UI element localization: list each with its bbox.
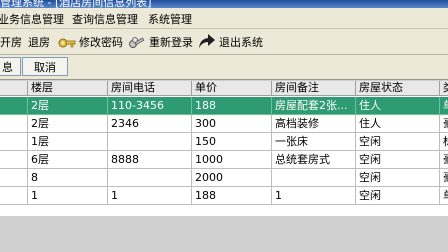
table-row[interactable]: 2层 2346 300 高档装修 住人 豪: [0, 115, 448, 133]
phone-cell: 8888: [108, 151, 192, 169]
relogin-button[interactable]: 重新登录: [128, 32, 193, 52]
price-cell: 1000: [192, 151, 272, 169]
status-cell: 空闲: [356, 169, 440, 187]
phone-cell: 2346: [108, 115, 192, 133]
column-header-room-status[interactable]: 房屋状态: [356, 81, 440, 96]
menu-business-info[interactable]: 业务信息管理: [0, 11, 64, 27]
relogin-label: 重新登录: [149, 36, 193, 49]
price-cell: 300: [192, 115, 272, 133]
column-header-room-note[interactable]: 房间备注: [272, 81, 356, 96]
menu-bar: 业务信息管理 查询信息管理 系统管理: [0, 8, 448, 29]
table-row[interactable]: 2层 110-3456 188 房屋配套2张... 住人 单: [0, 97, 448, 115]
price-cell: 2000: [192, 169, 272, 187]
type-cell: 单: [440, 97, 448, 115]
open-room-label: 开房: [0, 36, 22, 49]
cancel-button[interactable]: 取消: [22, 57, 68, 76]
type-cell: 豪: [440, 151, 448, 169]
row-indicator: [0, 169, 28, 187]
type-cell: 单: [440, 187, 448, 205]
check-out-button[interactable]: 退房: [28, 32, 50, 52]
phone-cell: 110-3456: [108, 97, 192, 115]
note-cell: 高档装修: [272, 115, 356, 133]
column-header-type[interactable]: 类: [440, 81, 448, 96]
floor-cell: 1层: [28, 133, 108, 151]
row-indicator: [0, 151, 28, 169]
empty-area: [0, 216, 448, 252]
exit-arrow-icon: [199, 34, 215, 48]
menu-query-info[interactable]: 查询信息管理: [72, 11, 138, 27]
cancel-button-label: 取消: [34, 60, 56, 74]
note-cell: 1: [272, 187, 356, 205]
key-icon: [58, 38, 76, 48]
toolbar: 开房 退房 修改密码 重新登录 退出系统: [0, 29, 448, 55]
window-title: 管理系统 - [酒店房间信息列表]: [0, 0, 152, 8]
table-row[interactable]: 8 2000 空闲 豪: [0, 169, 448, 187]
info-button-label: 息: [2, 60, 13, 74]
note-cell: 总统套房式: [272, 151, 356, 169]
row-indicator: [0, 115, 28, 133]
open-room-button[interactable]: 开房: [0, 32, 22, 52]
price-cell: 188: [192, 97, 272, 115]
phone-cell: [108, 169, 192, 187]
column-header-price[interactable]: 单价: [192, 81, 272, 96]
type-cell: 标: [440, 133, 448, 151]
exit-system-label: 退出系统: [219, 36, 263, 49]
keys-icon: [129, 37, 145, 48]
note-cell: 一张床: [272, 133, 356, 151]
price-cell: 188: [192, 187, 272, 205]
column-header-room-phone[interactable]: 房间电话: [108, 81, 192, 96]
floor-cell: 8: [28, 169, 108, 187]
phone-cell: 1: [108, 187, 192, 205]
note-cell: 房屋配套2张...: [272, 97, 356, 115]
type-cell: 豪: [440, 115, 448, 133]
phone-cell: [108, 133, 192, 151]
floor-cell: 1: [28, 187, 108, 205]
floor-cell: 2层: [28, 115, 108, 133]
change-password-label: 修改密码: [79, 36, 123, 49]
row-indicator: [0, 187, 28, 205]
column-header-floor[interactable]: 楼层: [28, 81, 108, 96]
type-cell: 豪: [440, 169, 448, 187]
menu-system[interactable]: 系统管理: [148, 11, 192, 27]
row-indicator: [0, 97, 28, 115]
table-row[interactable]: 6层 8888 1000 总统套房式 空闲 豪: [0, 151, 448, 169]
status-cell: 空闲: [356, 187, 440, 205]
status-cell: 住人: [356, 115, 440, 133]
change-password-button[interactable]: 修改密码: [58, 32, 123, 52]
header-row-indicator: [0, 81, 28, 96]
table-row[interactable]: 1 1 188 1 空闲 单: [0, 187, 448, 205]
room-table[interactable]: 楼层 房间电话 单价 房间备注 房屋状态 类 2层 110-3456 188 房…: [0, 81, 448, 216]
floor-cell: 2层: [28, 97, 108, 115]
window-title-bar: 管理系统 - [酒店房间信息列表]: [0, 0, 448, 8]
price-cell: 150: [192, 133, 272, 151]
action-bar: 息 取消: [0, 55, 448, 80]
row-indicator: [0, 133, 28, 151]
table-row[interactable]: 1层 150 一张床 空闲 标: [0, 133, 448, 151]
status-cell: 住人: [356, 97, 440, 115]
status-cell: 空闲: [356, 133, 440, 151]
exit-system-button[interactable]: 退出系统: [196, 32, 263, 52]
note-cell: [272, 169, 356, 187]
info-button[interactable]: 息: [0, 57, 21, 76]
floor-cell: 6层: [28, 151, 108, 169]
status-cell: 空闲: [356, 151, 440, 169]
check-out-label: 退房: [28, 36, 50, 49]
